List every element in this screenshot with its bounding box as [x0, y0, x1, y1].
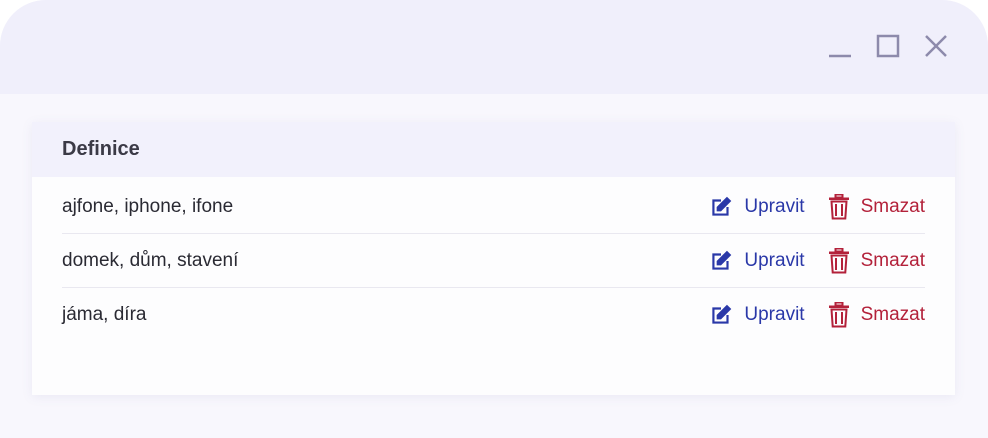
maximize-icon	[876, 34, 900, 58]
list-item: jáma, díra Upravit Smazat	[62, 288, 925, 341]
trash-icon	[828, 301, 849, 327]
delete-label: Smazat	[860, 249, 925, 271]
edit-button[interactable]: Upravit	[708, 248, 805, 274]
definition-text: ajfone, iphone, ifone	[62, 195, 234, 217]
edit-label: Upravit	[744, 303, 805, 325]
app-window: Definice ajfone, iphone, ifone Upravit S…	[0, 0, 988, 438]
definitions-card: Definice ajfone, iphone, ifone Upravit S…	[32, 122, 955, 395]
minimize-button[interactable]	[828, 34, 852, 58]
minimize-icon	[829, 54, 851, 58]
delete-button[interactable]: Smazat	[827, 247, 925, 274]
row-actions: Upravit Smazat	[708, 247, 925, 274]
close-button[interactable]	[924, 34, 948, 58]
definition-text: domek, dům, stavení	[62, 249, 239, 271]
trash-icon	[828, 193, 849, 219]
card-title: Definice	[62, 138, 140, 160]
delete-label: Smazat	[860, 195, 925, 217]
window-controls	[828, 34, 948, 58]
title-bar	[0, 0, 988, 94]
trash-icon	[828, 247, 849, 273]
edit-icon	[712, 304, 732, 324]
edit-label: Upravit	[744, 249, 805, 271]
list-item: ajfone, iphone, ifone Upravit Smazat	[62, 180, 925, 234]
definition-text: jáma, díra	[62, 303, 147, 325]
list-item: domek, dům, stavení Upravit Smazat	[62, 234, 925, 288]
edit-button[interactable]: Upravit	[708, 194, 805, 220]
row-actions: Upravit Smazat	[708, 193, 925, 220]
edit-icon	[712, 250, 732, 270]
delete-button[interactable]: Smazat	[827, 301, 925, 328]
close-icon	[925, 35, 947, 57]
row-actions: Upravit Smazat	[708, 301, 925, 328]
edit-icon	[712, 196, 732, 216]
delete-button[interactable]: Smazat	[827, 193, 925, 220]
edit-label: Upravit	[744, 195, 805, 217]
card-header: Definice	[32, 122, 955, 177]
delete-label: Smazat	[860, 303, 925, 325]
maximize-button[interactable]	[876, 34, 900, 58]
definitions-list: ajfone, iphone, ifone Upravit Smazat dom…	[62, 193, 925, 341]
edit-button[interactable]: Upravit	[708, 302, 805, 328]
